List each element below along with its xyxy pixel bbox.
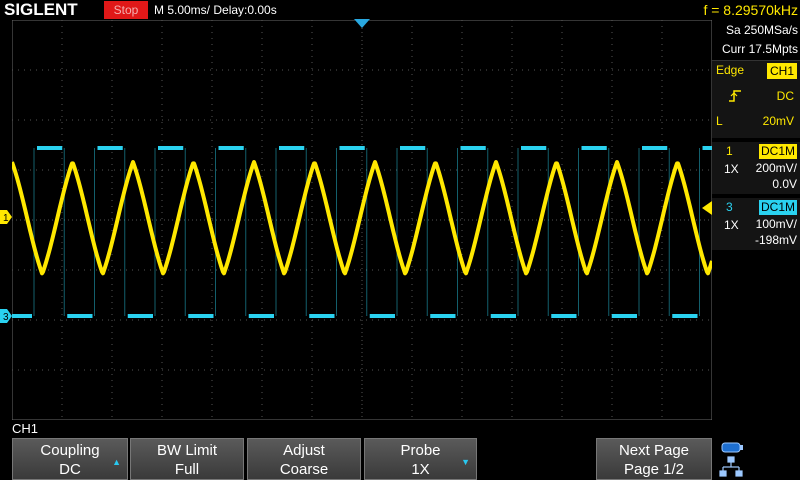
ch1-probe: 1X — [724, 162, 739, 176]
probe-softkey[interactable]: Probe 1X ▼ — [364, 438, 477, 480]
rising-edge-icon — [729, 90, 741, 102]
triangle-up-icon: ▲ — [112, 457, 121, 467]
ch3-settings-panel[interactable]: 3 DC1M 1X 100mV/ -198mV — [712, 198, 800, 250]
run-stop-status[interactable]: Stop — [104, 1, 148, 19]
coupling-softkey[interactable]: Coupling DC ▲ — [12, 438, 128, 480]
frequency-counter: f = 8.29570kHz — [703, 2, 798, 18]
softkey-label: Probe — [400, 442, 441, 459]
graticule — [12, 20, 712, 420]
trigger-position-marker[interactable] — [354, 19, 370, 29]
ch1-settings-panel[interactable]: 1 DC1M 1X 200mV/ 0.0V — [712, 142, 800, 194]
brand-logo: SIGLENT — [4, 0, 78, 19]
ch1-scale: 200mV/ — [755, 161, 797, 175]
trigger-coupling: DC — [776, 89, 794, 103]
ch1-offset-marker[interactable]: 1 — [0, 210, 12, 224]
svg-text:3: 3 — [3, 312, 9, 323]
softkey-label: Coupling — [40, 442, 100, 459]
memory-depth: Curr 17.5Mpts — [721, 42, 798, 56]
usb-icon — [721, 442, 743, 453]
softkey-label: BW Limit — [157, 442, 217, 459]
network-icon — [719, 456, 743, 477]
ch1-coupling: DC1M — [758, 144, 797, 159]
waveform-display[interactable] — [12, 20, 712, 420]
timebase-readout: M 5.00ms/ Delay:0.00s — [154, 3, 277, 17]
trigger-level-marker[interactable] — [702, 201, 712, 215]
softkey-label: Next Page — [618, 442, 690, 459]
ch3-offset: -198mV — [754, 233, 797, 247]
softkey-value: DC — [59, 461, 81, 478]
ch1-offset: 0.0V — [772, 177, 797, 191]
softkey-value: 1X — [411, 461, 430, 478]
ch3-scale: 100mV/ — [755, 217, 797, 231]
trigger-level: 20mV — [762, 114, 794, 128]
trigger-level-label: L — [716, 114, 723, 128]
adjust-softkey[interactable]: Adjust Coarse — [247, 438, 361, 480]
ch1-number: 1 — [726, 144, 733, 158]
bw-limit-softkey[interactable]: BW Limit Full — [130, 438, 244, 480]
trigger-source: CH1 — [766, 63, 797, 79]
ch3-probe: 1X — [724, 218, 739, 232]
softkey-value: Full — [174, 461, 200, 478]
next-page-softkey[interactable]: Next Page Page 1/2 — [596, 438, 712, 480]
ch3-offset-marker[interactable]: 3 — [0, 309, 12, 323]
ch3-number: 3 — [726, 200, 733, 214]
top-status-bar: SIGLENT Stop M 5.00ms/ Delay:0.00s f = 8… — [0, 0, 800, 20]
softkey-value: Page 1/2 — [623, 461, 685, 478]
menu-title: CH1 — [12, 421, 39, 436]
softkey-value: Coarse — [279, 461, 329, 478]
svg-text:1: 1 — [3, 213, 9, 224]
sample-rate: Sa 250MSa/s — [725, 23, 798, 37]
triangle-down-icon: ▼ — [461, 457, 470, 467]
status-icons — [718, 440, 800, 480]
ch3-coupling: DC1M — [758, 200, 797, 215]
softkey-label: Adjust — [283, 442, 325, 459]
trigger-panel[interactable]: Edge CH1 DC L 20mV — [712, 60, 800, 138]
trigger-mode: Edge — [716, 63, 745, 77]
